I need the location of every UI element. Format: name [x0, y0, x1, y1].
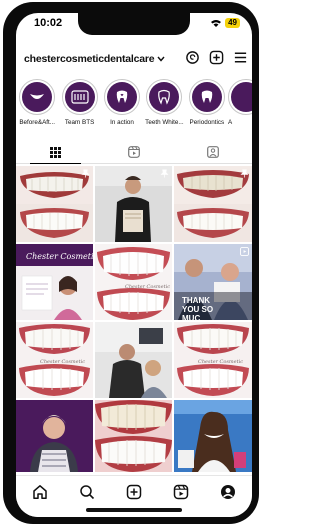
highlight-label: Before&Aft... — [19, 119, 56, 126]
highlight-label: A — [228, 119, 233, 126]
post-thumbnail[interactable] — [16, 166, 93, 242]
tab-reels[interactable] — [95, 141, 174, 163]
post-thumbnail[interactable] — [95, 166, 172, 242]
post-thumbnail[interactable] — [174, 166, 252, 242]
menu-icon[interactable] — [233, 50, 248, 65]
pin-icon — [81, 169, 90, 178]
highlight-label: Team BTS — [64, 119, 95, 126]
post-thumbnail[interactable] — [16, 400, 93, 472]
status-time: 10:02 — [34, 17, 63, 29]
search-icon[interactable] — [79, 484, 95, 500]
create-icon[interactable] — [126, 484, 142, 500]
post-thumbnail[interactable]: THANK YOU SO MUC — [174, 244, 252, 320]
grid-icon — [49, 146, 61, 158]
highlight-label: Teeth White... — [145, 119, 184, 126]
profile-header: chestercosmeticdentalcare — [24, 50, 248, 68]
svg-text:Chester Cosmetic: Chester Cosmetic — [40, 359, 85, 365]
status-icons: 49 — [211, 18, 240, 28]
profile-tabs — [16, 141, 252, 164]
svg-text:Chester Cosmetic: Chester Cosmetic — [26, 252, 93, 261]
pin-icon — [240, 169, 249, 178]
notch — [78, 13, 190, 35]
tagged-icon — [206, 146, 219, 158]
tooth-heart-icon — [116, 90, 128, 103]
post-overlay-text: THANK YOU SO MUC — [182, 296, 214, 320]
post-thumbnail[interactable] — [95, 400, 172, 472]
reel-icon — [240, 247, 249, 256]
post-thumbnail[interactable]: Chester Cosmetic — [16, 322, 93, 398]
post-thumbnail[interactable] — [174, 400, 252, 472]
post-thumbnail[interactable] — [95, 322, 172, 398]
chevron-down-icon[interactable] — [157, 56, 165, 62]
reels-icon — [128, 146, 140, 158]
phone-frame: 10:02 49 chestercosmeticdentalcare Befor… — [3, 2, 259, 524]
post-thumbnail[interactable]: Chester Cosmetic — [174, 322, 252, 398]
profile-icon[interactable] — [220, 484, 236, 500]
smile-icon — [30, 94, 45, 99]
team-icon — [71, 90, 89, 104]
home-indicator — [86, 508, 182, 512]
highlight-in-action[interactable]: In action — [101, 79, 143, 139]
highlight-teeth-whitening[interactable]: Teeth White... — [143, 79, 185, 139]
highlight-label: In action — [110, 119, 134, 126]
screen: 10:02 49 chestercosmeticdentalcare Befor… — [16, 13, 252, 517]
profile-username[interactable]: chestercosmeticdentalcare — [24, 53, 155, 65]
highlight-team-bts[interactable]: Team BTS — [58, 79, 100, 139]
story-highlights: Before&Aft... Team BTS In action Teeth W… — [16, 79, 252, 139]
highlight-before-after[interactable]: Before&Aft... — [16, 79, 58, 139]
post-thumbnail[interactable]: Chester Cosmetic — [95, 244, 172, 320]
wifi-icon — [211, 20, 222, 27]
battery-indicator: 49 — [225, 18, 240, 28]
highlight-label: Periodontics — [189, 119, 225, 126]
tooth-icon — [201, 90, 213, 103]
reels-icon[interactable] — [173, 484, 189, 500]
svg-text:Chester Cosmetic: Chester Cosmetic — [198, 359, 243, 365]
tab-tagged[interactable] — [173, 141, 252, 163]
tab-posts-grid[interactable] — [16, 141, 95, 164]
highlight-periodontics[interactable]: Periodontics — [186, 79, 228, 139]
pin-icon — [160, 169, 169, 178]
threads-icon[interactable] — [185, 50, 200, 65]
highlight-more[interactable]: A — [228, 79, 252, 139]
tooth-icon — [158, 89, 171, 105]
post-thumbnail[interactable]: Chester Cosmetic — [16, 244, 93, 320]
create-post-icon[interactable] — [209, 50, 224, 65]
home-icon[interactable] — [32, 484, 48, 500]
posts-grid: Chester Cosmetic Chester Cosmetic THANK … — [16, 166, 252, 472]
